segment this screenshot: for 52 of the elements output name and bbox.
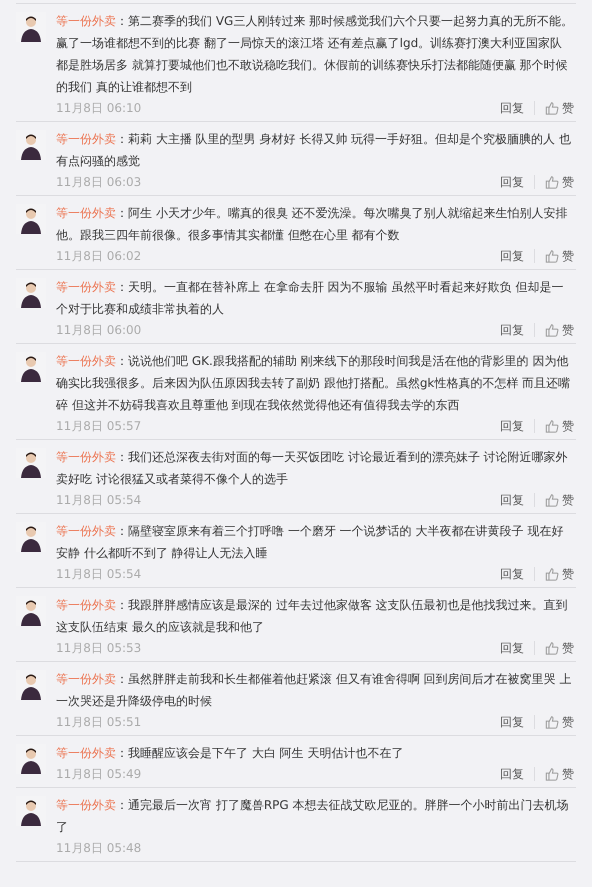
reply-link[interactable]: 回复	[500, 713, 524, 731]
reply-link[interactable]: 回复	[500, 99, 524, 117]
like-button[interactable]: 赞	[545, 321, 574, 339]
thumbs-up-icon	[545, 567, 559, 581]
like-button[interactable]: 赞	[545, 247, 574, 265]
thumbs-up-icon	[545, 641, 559, 655]
like-button[interactable]: 赞	[545, 639, 574, 657]
comment-text: 等一份外卖：隔壁寝室原来有着三个打呼噜 一个磨牙 一个说梦话的 大半夜都在讲黄段子 现在好安静 什么都听不到了 静得让人无法入睡	[56, 523, 564, 562]
like-button[interactable]: 赞	[545, 417, 574, 435]
comment-text: 等一份外卖：阿生 小天才少年。嘴真的很臭 还不爱洗澡。每次嘴臭了别人就缩起来生怕别人安排他。跟我三四年前很像。很多事情其实都懂 但憋在心里 都有个数	[56, 205, 569, 244]
thumbs-up-icon	[545, 493, 559, 507]
comment-text: 等一份外卖：说说他们吧 GK.跟我搭配的辅助 刚来线下的那段时间我是活在他的背影里的 因为他确实比我强很多。后来因为队伍原因我去转了副奶 跟他打搭配。虽然gk性格真的不怎样 而且还嘴碎 但这并不妨碍我喜欢且尊重他 到现在我依然觉得他还有值得我去学的东西	[56, 353, 572, 414]
comment-text: 等一份外卖：虽然胖胖走前我和长生都催着他赶紧滚 但又有谁舍得啊 回到房间后才在被窝里哭 上一次哭还是升降级停电的时候	[56, 671, 572, 710]
reply-link[interactable]: 回复	[500, 491, 524, 509]
reply-link[interactable]: 回复	[500, 417, 524, 435]
thumbs-up-icon	[545, 101, 559, 115]
comment-text: 等一份外卖：第二赛季的我们 VG三人刚转过来 那时候感觉我们六个只要一起努力真的无所不能。赢了一场谁都想不到的比赛 翻了一局惊天的滚江塔 还有差点赢了lgd。训练赛打澳大利亚国家队都是胜场居多 就算打要城他们也不敢说稳吃我们。休假前的训练赛快乐打法都能随便赢 那个时候的我们 真的让谁都想不到	[56, 13, 574, 96]
reply-link[interactable]: 回复	[500, 765, 524, 783]
comment-text: 等一份外卖：通完最后一次宵 打了魔兽RPG 本想去征战艾欧尼亚的。胖胖一个小时前出门去机场了	[56, 797, 570, 836]
thumbs-up-icon	[545, 767, 559, 781]
like-button[interactable]: 赞	[545, 173, 574, 191]
like-button[interactable]: 赞	[545, 765, 574, 783]
like-button[interactable]: 赞	[545, 491, 574, 509]
thumbs-up-icon	[545, 249, 559, 263]
like-button[interactable]: 赞	[545, 713, 574, 731]
timestamp: 11月8日 06:03	[56, 174, 142, 191]
comment-text: 等一份外卖：我们还总深夜去街对面的每一天买饭团吃 讨论最近看到的漂亮妹子 讨论附近哪家外卖好吃 讨论很猛又或者菜得不像个人的选手	[56, 449, 569, 488]
reply-link[interactable]: 回复	[500, 639, 524, 657]
comment-text: 等一份外卖：莉莉 大主播 队里的型男 身材好 长得又帅 玩得一手好狙。但却是个究极腼腆的人 也有点闷骚的感觉	[56, 131, 572, 170]
timestamp: 11月8日 06:02	[56, 248, 142, 265]
timestamp: 11月8日 05:49	[56, 766, 142, 783]
thumbs-up-icon	[545, 175, 559, 189]
reply-link[interactable]: 回复	[500, 565, 524, 583]
reply-link[interactable]: 回复	[500, 321, 524, 339]
thumbs-up-icon	[545, 419, 559, 433]
thumbs-up-icon	[545, 323, 559, 337]
timestamp: 11月8日 05:48	[56, 840, 142, 857]
timestamp: 11月8日 06:00	[56, 322, 142, 339]
comment-text: 等一份外卖：我跟胖胖感情应该是最深的 过年去过他家做客 这支队伍最初也是他找我过来。直到这支队伍结束 最久的应该就是我和他了	[56, 597, 569, 636]
thumbs-up-icon	[545, 715, 559, 729]
reply-link[interactable]: 回复	[500, 247, 524, 265]
timestamp: 11月8日 05:53	[56, 640, 142, 657]
timestamp: 11月8日 05:54	[56, 492, 142, 509]
timestamp: 11月8日 05:57	[56, 418, 142, 435]
timestamp: 11月8日 05:54	[56, 566, 142, 583]
comment-text: 等一份外卖：我睡醒应该会是下午了 大白 阿生 天明估计也不在了	[56, 745, 404, 762]
comment-text: 等一份外卖：天明。一直都在替补席上 在拿命去肝 因为不服输 虽然平时看起来好欺负 但却是一个对于比赛和成绩非常执着的人	[56, 279, 564, 318]
like-button[interactable]: 赞	[545, 565, 574, 583]
timestamp: 11月8日 05:51	[56, 714, 142, 731]
timestamp: 11月8日 06:10	[56, 100, 142, 117]
like-button[interactable]: 赞	[545, 99, 574, 117]
reply-link[interactable]: 回复	[500, 173, 524, 191]
